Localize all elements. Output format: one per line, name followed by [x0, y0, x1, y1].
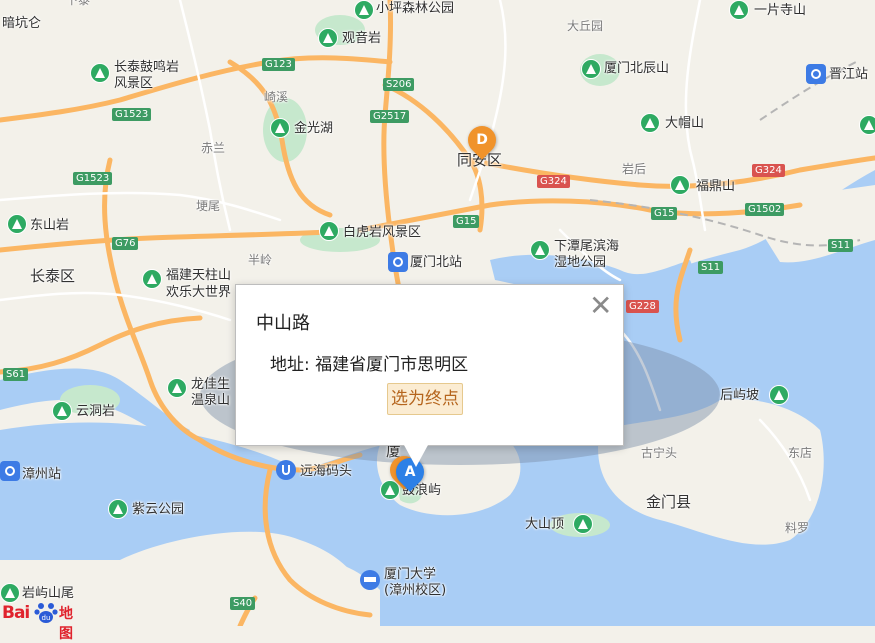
mountain-icon [108, 499, 128, 519]
place-label: 福建天柱山 [166, 268, 232, 283]
train-station-icon [388, 252, 408, 272]
place-label: 料罗 [785, 521, 810, 535]
mountain-icon [859, 115, 875, 135]
train-station-icon [806, 64, 826, 84]
place-label: 厦门北站 [410, 255, 463, 270]
mountain-icon [52, 401, 72, 421]
place-label: 白虎岩风景区 [343, 225, 422, 240]
place-label: 漳州站 [22, 467, 62, 482]
place-label: 金门县 [646, 493, 692, 511]
place-label: 大帽山 [665, 116, 705, 131]
place-label: 观音岩 [342, 31, 382, 46]
road-shield: G324 [537, 175, 570, 188]
place-label: 一片寺山 [754, 3, 807, 18]
road-shield: S206 [383, 78, 415, 91]
place-label: 半岭 [248, 253, 273, 267]
place-label: 晋江站 [829, 67, 869, 82]
place-label: 下潭尾滨海 [554, 239, 620, 254]
mountain-icon [90, 63, 110, 83]
svg-text:du: du [42, 614, 51, 622]
place-label: 长泰鼓鸣岩 [114, 60, 180, 75]
mountain-icon [318, 28, 338, 48]
place-label: 东店 [788, 446, 813, 460]
mountain-icon [729, 0, 749, 20]
popup-address: 地址: 福建省厦门市思明区 [270, 355, 469, 375]
place-label: 湿地公园 [554, 255, 607, 270]
end-marker[interactable]: D [462, 120, 502, 160]
road-shield: G76 [112, 237, 139, 250]
close-icon[interactable]: ✕ [589, 292, 612, 320]
place-label: 福鼎山 [696, 179, 736, 194]
mountain-icon [640, 113, 660, 133]
paw-icon: du [34, 603, 58, 623]
road-shield: G1523 [73, 172, 113, 185]
road-shield: G1502 [745, 203, 785, 216]
place-label: 远海码头 [300, 464, 353, 479]
place-label: 欢乐大世界 [166, 285, 232, 300]
road-shield: S11 [698, 261, 724, 274]
road-shield: S40 [230, 597, 256, 610]
place-label: 暗坑仑 [2, 16, 42, 31]
place-label: (漳州校区) [384, 583, 447, 598]
train-station-icon [0, 461, 20, 481]
road-shield: G1523 [112, 108, 152, 121]
road-shield: G123 [262, 58, 295, 71]
road-shield: G324 [752, 164, 785, 177]
place-label: 厦门北辰山 [604, 61, 670, 76]
place-label: 古宁头 [641, 446, 678, 460]
popup-pointer [404, 445, 428, 467]
place-label: 埂尾 [196, 199, 221, 213]
popup-title: 中山路 [256, 313, 310, 334]
logo-map-text: 地图 [59, 606, 73, 642]
mountain-icon [354, 0, 374, 20]
mountain-icon [769, 385, 789, 405]
mountain-icon [581, 59, 601, 79]
place-label: 厦门大学 [384, 567, 437, 582]
road-shield: G228 [626, 300, 659, 313]
place-label: 大丘园 [567, 19, 604, 33]
mountain-icon [270, 118, 290, 138]
port-icon [276, 460, 296, 480]
road-shield: G15 [453, 215, 480, 228]
mountain-icon [530, 240, 550, 260]
set-as-destination-button[interactable]: 选为终点 [387, 383, 463, 415]
place-label: 紫云公园 [132, 502, 185, 517]
place-label: 长泰区 [30, 267, 76, 285]
road-shield: G2517 [370, 110, 410, 123]
mountain-icon [573, 514, 593, 534]
mountain-icon [0, 583, 20, 603]
place-label: 东山岩 [30, 218, 70, 233]
place-label: 岩后 [622, 162, 647, 176]
road-shield: S11 [828, 239, 854, 252]
road-shield: S61 [3, 368, 29, 381]
place-label: 赤兰 [201, 141, 226, 155]
mountain-icon [670, 175, 690, 195]
place-label: 小坪森林公园 [376, 1, 455, 16]
info-popup: 中山路 ✕ 地址: 福建省厦门市思明区 选为终点 [235, 284, 624, 467]
place-label: 下泰 [66, 0, 91, 7]
mountain-icon [7, 214, 27, 234]
logo-brand-text: Bai [2, 603, 30, 623]
place-label: 大山顶 [525, 517, 565, 532]
mountain-icon [319, 221, 339, 241]
place-label: 金光湖 [294, 121, 334, 136]
university-icon [360, 570, 380, 590]
place-label: 云洞岩 [76, 404, 116, 419]
place-label: 风景区 [114, 76, 154, 91]
place-label: 龙佳生 [191, 377, 231, 392]
end-marker-label: D [476, 132, 488, 148]
place-label: 温泉山 [191, 393, 231, 408]
mountain-icon [167, 378, 187, 398]
mountain-icon [142, 269, 162, 289]
place-label: 崎溪 [264, 90, 289, 104]
place-label: 后屿坡 [720, 388, 760, 403]
road-shield: G15 [651, 207, 678, 220]
